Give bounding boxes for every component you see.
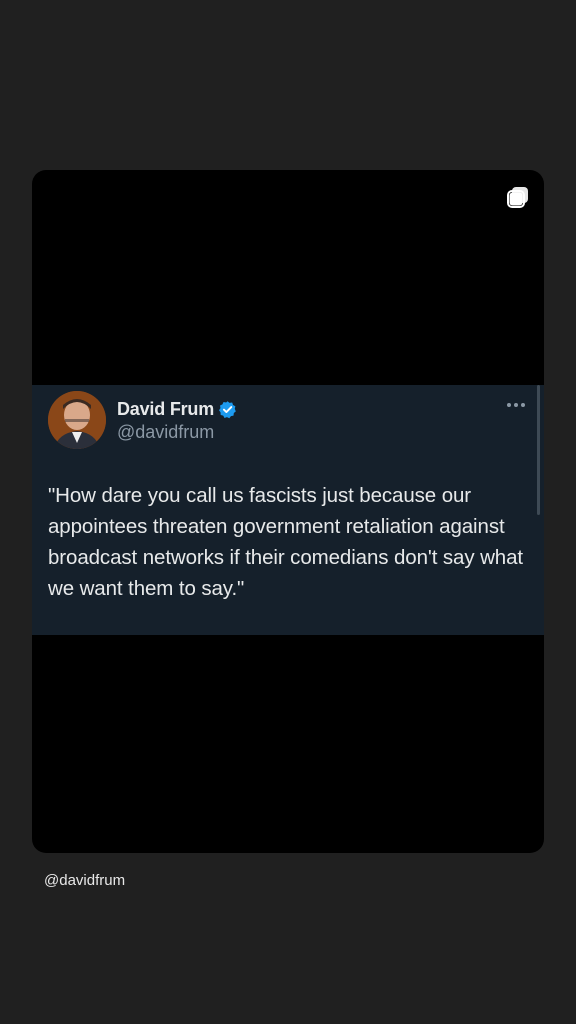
person-portrait-icon	[48, 391, 106, 449]
tweet-author[interactable]: David Frum @davidfrum	[117, 397, 237, 443]
scrollbar[interactable]	[537, 385, 540, 515]
verified-badge-icon	[219, 400, 236, 418]
more-horizontal-icon[interactable]	[506, 399, 526, 411]
post-username[interactable]: @davidfrum	[44, 872, 125, 889]
tweet-card[interactable]: David Frum @davidfrum "How dare you call…	[32, 385, 544, 635]
multiple-images-icon	[507, 187, 528, 208]
post-media-frame[interactable]: David Frum @davidfrum "How dare you call…	[32, 170, 544, 853]
display-name[interactable]: David Frum	[117, 399, 214, 420]
user-handle[interactable]: @davidfrum	[117, 422, 237, 443]
tweet-text: "How dare you call us fascists just beca…	[48, 484, 524, 600]
avatar[interactable]	[48, 391, 106, 449]
